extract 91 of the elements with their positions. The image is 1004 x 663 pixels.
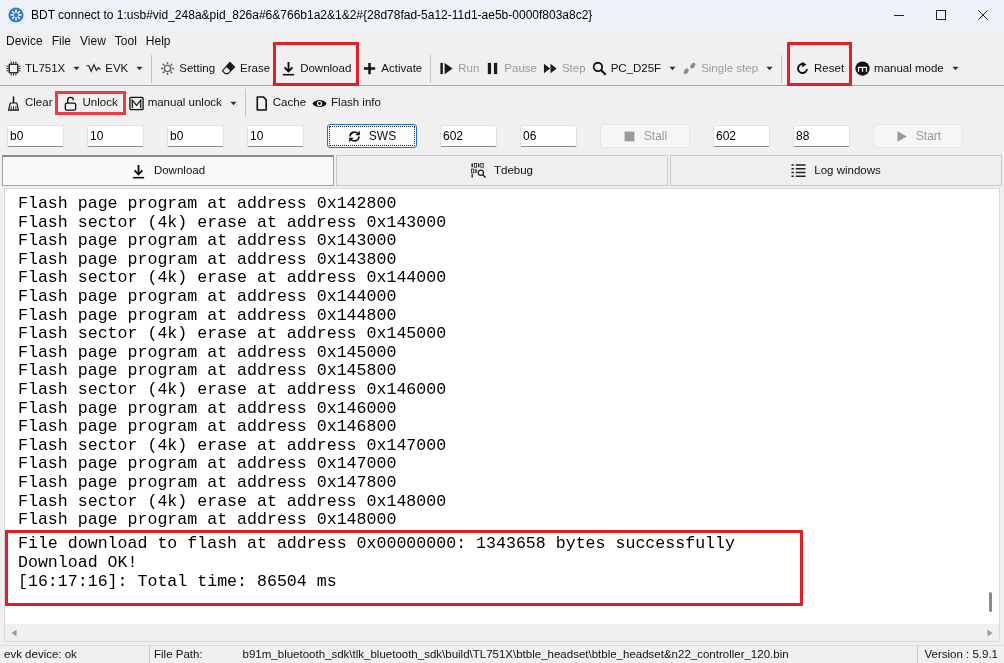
toolbar-button[interactable]: Unlock: [55, 91, 126, 115]
refresh-icon: [347, 129, 361, 143]
plus-icon: [362, 61, 378, 76]
sd-card-icon: [253, 95, 269, 111]
log-line: Flash page program at address 0x148000: [18, 511, 398, 530]
dropdown-button[interactable]: TL751X: [3, 55, 84, 82]
caret-icon: [766, 66, 774, 71]
tab[interactable]: Download: [2, 155, 334, 186]
search-icon: [591, 61, 607, 76]
caret-icon: [136, 66, 144, 71]
toolbar-button[interactable]: Cache: [250, 90, 310, 116]
log-line: Flash page program at address 0x146000: [18, 399, 398, 419]
log-line: Flash page program at address 0x145000: [18, 343, 398, 363]
tab[interactable]: Log windows: [670, 155, 1002, 186]
input-field[interactable]: b0: [167, 125, 224, 147]
toolbar-button[interactable]: Flash info: [309, 90, 384, 116]
menu-item[interactable]: File: [47, 31, 76, 51]
status-label: File Path:: [154, 646, 203, 662]
log-line: [16:17:16]: Total time: 86504 ms: [18, 571, 338, 591]
dropdown-button[interactable]: EVK: [83, 55, 147, 82]
log-line: Flash sector (4k) erase at address 0x145000: [18, 325, 448, 344]
footsteps-icon: [682, 61, 698, 76]
circle-badge-icon: [855, 61, 871, 76]
padlock-icon: [63, 95, 79, 111]
window-title: BDT connect to 1:usb#vid_248a&pid_826a#6&766b1a2&1&2#{28d78fad-5a12-11d1-ae5b-0000f803a8c2}: [31, 7, 593, 24]
stop-square-icon: [622, 129, 636, 143]
input-field[interactable]: 10: [87, 125, 144, 147]
caret-icon: [669, 66, 677, 71]
chip-icon: [6, 61, 21, 76]
toolbar-button[interactable]: Download: [273, 41, 360, 86]
download-arrow-icon: [130, 163, 146, 179]
log-line: Flash page program at address 0x143000: [18, 232, 398, 251]
log-line: Flash page program at address 0x142800: [18, 195, 398, 214]
log-line: Flash page program at address 0x147000: [18, 455, 398, 474]
envelope-icon: [128, 95, 144, 111]
eraser-icon: [221, 61, 237, 76]
input-field[interactable]: 10: [247, 125, 304, 147]
scroll-right-icon: [987, 628, 993, 637]
caret-icon: [951, 66, 959, 71]
log-line: Flash sector (4k) erase at address 0x148000: [18, 492, 448, 512]
file-path-text: b91m_bluetooth_sdk\tlk_bluetooth_sdk\build\TL751X\btble_headset\btble_headset&n22_controller_120.bin: [242, 646, 789, 662]
input-field[interactable]: 602: [440, 125, 497, 147]
log-line: Flash page program at address 0x143800: [18, 250, 398, 270]
scrollbar-thumb[interactable]: [989, 592, 992, 612]
tab[interactable]: Tdebug: [336, 155, 668, 186]
version-text: Version : 5.9.1: [924, 646, 998, 662]
toolbar-button[interactable]: Clear: [3, 90, 56, 116]
gear-icon: [160, 61, 176, 76]
log-line: Flash page program at address 0x146800: [18, 418, 398, 437]
log-line: Flash sector (4k) erase at address 0x144000: [18, 269, 448, 288]
toolbar-button[interactable]: Reset: [787, 41, 853, 86]
input-field[interactable]: 06: [520, 125, 577, 147]
list-icon: [791, 163, 807, 178]
redo-arrow-icon: [795, 61, 811, 76]
caret-icon: [229, 100, 237, 106]
log-line: Flash sector (4k) erase at address 0x143000: [18, 213, 448, 233]
input-field[interactable]: 88: [793, 125, 850, 147]
horizontal-scrollbar[interactable]: [5, 624, 999, 641]
log-line: Flash page program at address 0x144800: [18, 306, 398, 326]
log-line: File download to flash at address 0x00000000: 1343658 bytes successfully: [18, 533, 736, 553]
status-text: evk device: ok: [4, 646, 77, 662]
caret-icon: [73, 66, 81, 71]
dropdown-button[interactable]: manual mode: [852, 55, 962, 82]
toolbar-button[interactable]: Setting: [157, 55, 219, 82]
menu-item[interactable]: Device: [2, 31, 47, 51]
input-field[interactable]: 602: [713, 125, 770, 147]
menu-item[interactable]: Tool: [110, 31, 141, 51]
fast-forward-icon: [542, 61, 558, 76]
dropdown-button[interactable]: PC_D25F: [588, 55, 680, 82]
menu-item[interactable]: View: [76, 31, 110, 51]
app-logo-icon: [8, 7, 24, 23]
play-icon: [894, 129, 908, 143]
play-bar-icon: [439, 61, 455, 76]
maximize-icon: [936, 10, 946, 20]
log-line: Flash page program at address 0x144000: [18, 287, 398, 307]
log-line: Flash sector (4k) erase at address 0x147000: [18, 436, 448, 456]
log-line: Download OK!: [18, 552, 139, 572]
broom-icon: [6, 95, 21, 111]
log-line: Flash sector (4k) erase at address 0x146000: [18, 380, 448, 400]
close-icon: [978, 10, 988, 20]
binary-search-icon: [471, 163, 486, 178]
log-line: Flash page program at address 0x147800: [18, 473, 398, 493]
toolbar-button[interactable]: Erase: [218, 55, 274, 82]
menu-item[interactable]: Help: [141, 31, 175, 51]
input-field[interactable]: b0: [7, 125, 64, 147]
toolbar-button[interactable]: Activate: [359, 55, 426, 82]
scroll-left-icon: [11, 628, 17, 637]
log-line: Flash page program at address 0x145800: [18, 362, 398, 381]
download-arrow-icon: [281, 61, 297, 76]
dropdown-button[interactable]: manual unlock: [125, 90, 240, 116]
action-button[interactable]: SWS: [327, 124, 417, 148]
